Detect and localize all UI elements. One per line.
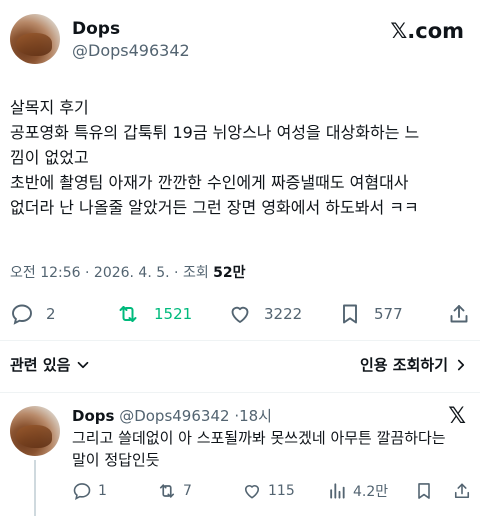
reply-views-count: 4.2만 [353, 484, 389, 500]
tweet-line: 공포영화 특유의 갑툭튀 19금 뉘앙스나 여성을 대상화하는 느 [10, 123, 420, 142]
chevron-right-icon [457, 359, 465, 370]
reply-button[interactable]: 2 [10, 302, 56, 326]
author-name[interactable]: Dops [72, 19, 120, 39]
x-logo: 𝕏.com [390, 19, 464, 43]
tweet-body: 살목지 후기 공포영화 특유의 갑툭튀 19금 뉘앙스나 여성을 대상화하는 느… [10, 95, 472, 220]
reply-avatar[interactable] [10, 406, 60, 456]
retweet-count: 1521 [154, 305, 193, 323]
like-count: 3222 [264, 305, 303, 323]
divider [0, 392, 480, 393]
bookmark-icon [418, 483, 430, 499]
views-icon [330, 483, 345, 499]
reply-retweet-button[interactable]: 7 [157, 481, 192, 501]
x-logo: 𝕏 [448, 404, 466, 429]
reply-reply-count: 1 [98, 483, 107, 499]
reply-line: 말이 정답인듯 [72, 451, 160, 469]
bookmark-icon [343, 304, 357, 324]
reply-line: 그리고 쓸데없이 아 스포될까봐 못쓰겠네 아무튼 깔끔하다는 [72, 429, 446, 447]
related-label[interactable]: 관련 있음 [10, 354, 92, 375]
tweet-line: 초반에 촬영팀 아재가 깐깐한 수인에게 짜증낼때도 여혐대사 [10, 173, 409, 192]
reply-bookmark-button[interactable] [414, 481, 434, 501]
reply-icon [73, 483, 91, 500]
share-icon [450, 305, 468, 323]
reply-author-name[interactable]: Dops [72, 407, 114, 425]
author-handle[interactable]: @Dops496342 [72, 41, 190, 60]
retweet-button[interactable]: 1521 [116, 302, 192, 326]
bookmark-button[interactable]: 577 [338, 302, 403, 326]
reply-reply-button[interactable]: 1 [72, 481, 107, 501]
reply-share-button[interactable] [452, 481, 472, 501]
reply-like-count: 115 [268, 483, 295, 499]
heart-icon [231, 306, 249, 323]
view-quotes-text: 인용 조회하기 [359, 356, 448, 374]
divider [0, 340, 480, 341]
reply-author-handle[interactable]: @Dops496342 [119, 407, 229, 425]
share-icon [454, 483, 470, 499]
like-button[interactable]: 3222 [228, 302, 302, 326]
view-quotes-link[interactable]: 인용 조회하기 [360, 354, 470, 375]
reply-retweet-count: 7 [183, 483, 192, 499]
reply-body: 그리고 쓸데없이 아 스포될까봐 못쓰겠네 아무튼 깔끔하다는 말이 정답인듯 [72, 427, 446, 471]
reply-like-button[interactable]: 115 [242, 481, 295, 501]
author-avatar[interactable] [10, 14, 60, 64]
retweet-icon [119, 306, 137, 322]
reply-count: 2 [46, 305, 56, 323]
share-button[interactable] [447, 302, 471, 326]
chevron-down-icon [78, 361, 89, 368]
bookmark-count: 577 [374, 305, 403, 323]
retweet-icon [159, 484, 175, 498]
tweet-line: 없더라 난 나올줄 알았거든 그런 장면 영화에서 하도봐서 ㅋㅋ [10, 198, 419, 217]
heart-icon [244, 485, 260, 499]
thread-line [34, 460, 36, 516]
reply-icon [12, 304, 32, 325]
reply-views-button[interactable]: 4.2만 [327, 481, 388, 501]
tweet-line: 살목지 후기 [10, 98, 89, 117]
tweet-time[interactable]: 오전 12:56 · 2026. 4. 5. · 조회 [10, 265, 213, 281]
tweet-views[interactable]: 52만 [213, 265, 245, 281]
tweet-timestamp[interactable]: 오전 12:56 · 2026. 4. 5. · 조회 52만 [10, 262, 246, 282]
tweet-line: 낌이 없었고 [10, 148, 89, 167]
reply-age[interactable]: 18시 [239, 407, 272, 425]
related-text: 관련 있음 [10, 356, 71, 374]
reply-header: Dops @Dops496342 ·18시 [72, 405, 272, 426]
